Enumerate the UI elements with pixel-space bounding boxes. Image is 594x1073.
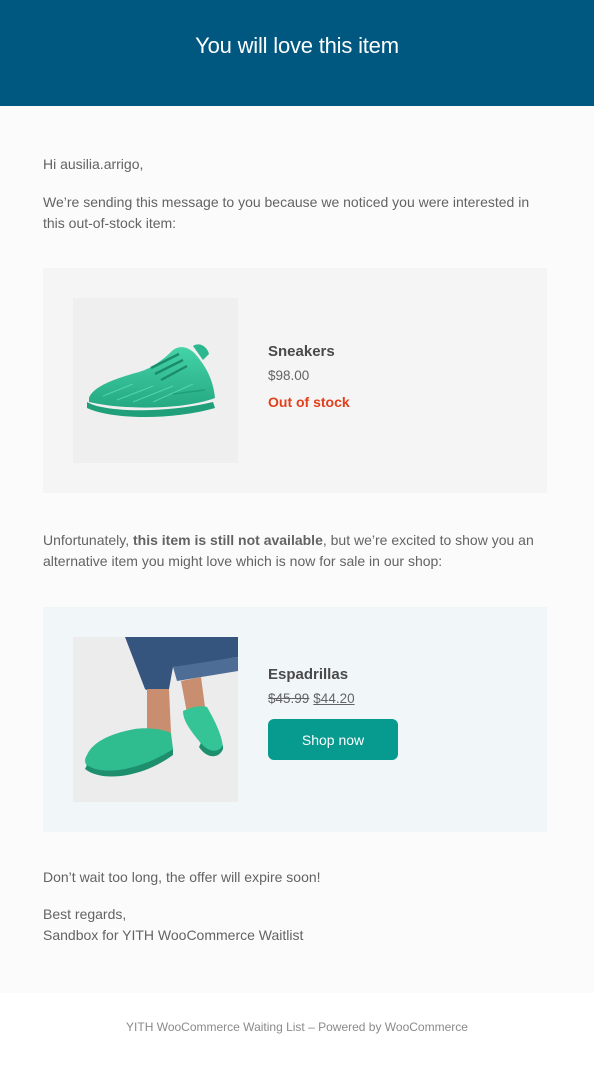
oos-product-price: $98.00	[268, 368, 310, 383]
alternative-intro-prefix: Unfortunately,	[43, 532, 134, 548]
signature: Best regards, Sandbox for YITH WooCommer…	[43, 904, 547, 946]
alternative-intro-bold: this item is still not available	[133, 532, 323, 548]
alt-product-price: $45.99 $44.20	[268, 689, 398, 709]
sale-price: $44.20	[313, 691, 355, 706]
greeting-text: Hi ausilia.arrigo,	[43, 156, 144, 172]
email-header: You will love this item	[0, 0, 594, 106]
espadrillas-image[interactable]	[73, 637, 238, 802]
oos-product-name[interactable]: Sneakers	[268, 341, 350, 363]
sneaker-illustration	[87, 344, 215, 417]
alternative-intro-text: Unfortunately, this item is still not av…	[43, 530, 547, 572]
old-price: $45.99	[268, 691, 310, 706]
email-footer: YITH WooCommerce Waiting List – Powered …	[0, 993, 594, 1073]
offer-expiry-text: Don’t wait too long, the offer will expi…	[43, 869, 321, 885]
footer-text: YITH WooCommerce Waiting List – Powered …	[126, 1020, 468, 1034]
out-of-stock-product-card: Sneakers $98.00 Out of stock	[43, 268, 547, 493]
alt-product-info: Espadrillas $45.99 $44.20 Shop now	[268, 664, 398, 760]
regards-line: Best regards,	[43, 906, 127, 922]
oos-product-info: Sneakers $98.00 Out of stock	[268, 341, 350, 412]
sender-name: Sandbox for YITH WooCommerce Waitlist	[43, 927, 304, 943]
alternative-product-card: Espadrillas $45.99 $44.20 Shop now	[43, 607, 547, 832]
alt-product-name[interactable]: Espadrillas	[268, 664, 398, 686]
email-title: You will love this item	[195, 33, 399, 58]
shop-now-button[interactable]: Shop now	[268, 719, 398, 760]
intro-text: We’re sending this message to you becaus…	[43, 194, 530, 231]
out-of-stock-label: Out of stock	[268, 394, 350, 410]
sneaker-image[interactable]	[73, 298, 238, 463]
email-body: Hi ausilia.arrigo, We’re sending this me…	[0, 106, 594, 993]
espadrillas-illustration	[73, 637, 238, 802]
